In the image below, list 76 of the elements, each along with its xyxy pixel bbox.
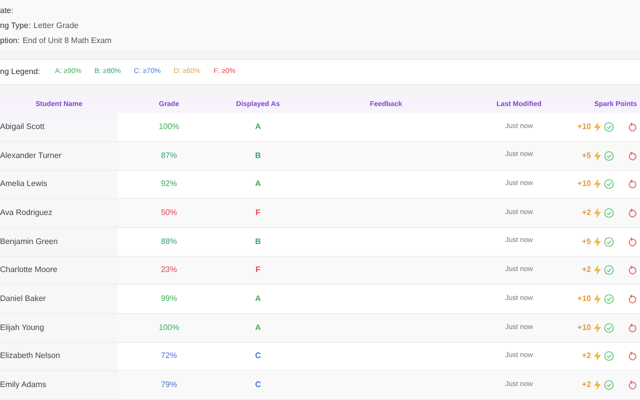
letter-grade: F (256, 264, 260, 276)
lightning-icon (594, 351, 601, 362)
student-name: Daniel Baker (0, 293, 46, 306)
lightning-icon (594, 322, 601, 333)
letter-grade: A (255, 178, 261, 190)
lightning-icon (594, 122, 601, 132)
spark-points: +2 (582, 350, 591, 362)
detail-value: Letter Grade (34, 20, 78, 32)
student-name: Emily Adams (0, 379, 46, 392)
letter-grade: F (256, 207, 260, 220)
grade-percent: 100% (158, 120, 180, 133)
spark-points: +2 (582, 379, 591, 392)
student-name: Ava Rodriguez (0, 207, 52, 220)
check-circle-icon (604, 122, 614, 132)
undo-icon[interactable] (628, 208, 637, 218)
check-circle-icon (604, 351, 614, 362)
undo-icon[interactable] (628, 236, 637, 247)
grade-percent: 88% (160, 236, 177, 248)
check-circle-icon (604, 150, 614, 161)
check-circle-icon (604, 179, 614, 190)
student-name: Amelia Lewis (0, 178, 48, 190)
check-circle-icon (604, 294, 614, 304)
undo-icon[interactable] (628, 380, 637, 390)
lightning-icon (594, 236, 601, 247)
detail-label: ng Type: (0, 20, 31, 32)
undo-icon[interactable] (628, 122, 637, 132)
grade-percent: 23% (160, 264, 177, 276)
letter-grade: B (255, 150, 261, 162)
grade-percent: 100% (158, 322, 180, 334)
spark-points: +5 (582, 236, 591, 248)
undo-icon[interactable] (628, 322, 637, 333)
check-circle-icon (604, 208, 614, 218)
undo-icon[interactable] (628, 179, 637, 190)
letter-grade: A (255, 293, 261, 306)
lightning-icon (594, 208, 601, 218)
letter-grade: C (255, 350, 261, 362)
detail-value: End of Unit 8 Math Exam (22, 34, 112, 46)
letter-grade: A (255, 120, 261, 133)
detail-label: ption: (0, 34, 20, 46)
legend-label: ng Legend: (0, 66, 40, 78)
spark-points: +10 (577, 293, 591, 306)
letter-grade: B (255, 236, 261, 248)
check-circle-icon (604, 322, 614, 333)
grade-percent: 79% (160, 379, 177, 392)
spark-points: +10 (577, 120, 591, 133)
letter-grade: C (255, 379, 261, 392)
spark-points: +10 (577, 178, 591, 190)
check-circle-icon (604, 236, 614, 247)
check-circle-icon (604, 265, 614, 276)
undo-icon[interactable] (628, 150, 637, 161)
letter-grade: A (255, 322, 261, 334)
detail-label: ate: (0, 4, 14, 16)
grade-percent: 99% (160, 293, 177, 306)
undo-icon[interactable] (628, 294, 637, 304)
grade-percent: 87% (160, 150, 177, 162)
student-name: Elijah Young (0, 322, 44, 334)
undo-icon[interactable] (628, 265, 637, 276)
spark-points: +2 (582, 207, 591, 220)
check-circle-icon (604, 380, 614, 390)
lightning-icon (594, 294, 601, 304)
student-name: Charlotte Moore (0, 264, 58, 276)
lightning-icon (594, 380, 601, 390)
student-name: Elizabeth Nelson (0, 350, 60, 362)
undo-icon[interactable] (628, 351, 637, 362)
grade-percent: 72% (160, 350, 177, 362)
grade-percent: 92% (160, 178, 177, 190)
student-name: Benjamin Green (0, 236, 58, 248)
lightning-icon (594, 265, 601, 276)
student-name: Alexander Turner (0, 150, 62, 162)
lightning-icon (594, 150, 601, 161)
grade-percent: 50% (160, 207, 177, 220)
spark-points: +5 (582, 150, 591, 162)
spark-points: +2 (582, 264, 591, 276)
lightning-icon (594, 179, 601, 190)
spark-points: +10 (577, 322, 591, 334)
student-name: Abigail Scott (0, 120, 44, 133)
